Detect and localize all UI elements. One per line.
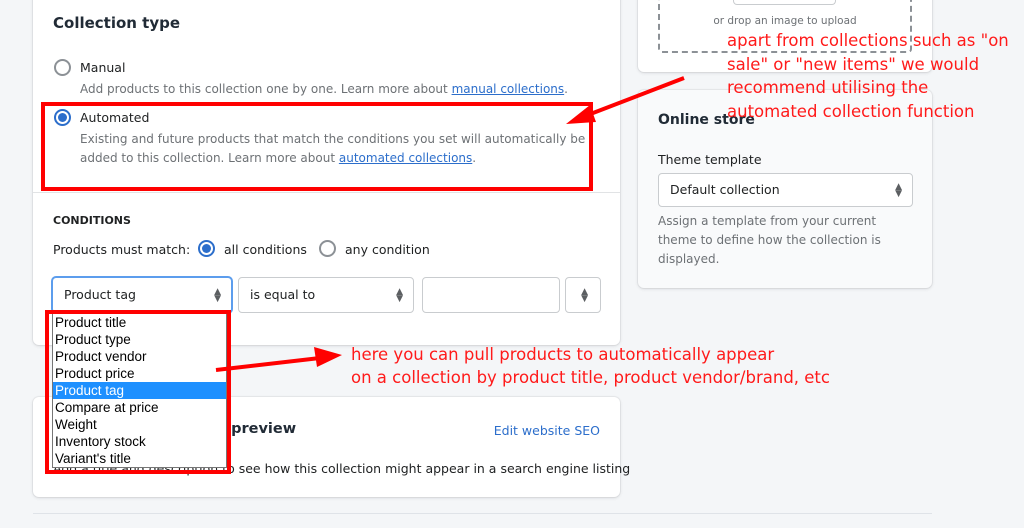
arrow-line-top (579, 76, 685, 120)
annotation-note-top: apart from collections such as "on sale"… (727, 31, 1009, 121)
arrow-line-bottom (215, 356, 321, 372)
annotation-note-bottom-1: here you can pull products to automatica… (351, 345, 775, 364)
arrowhead-top (566, 105, 596, 124)
annotation-note-bottom-2: on a collection by product title, produc… (351, 368, 830, 387)
arrowhead-bottom (314, 347, 342, 367)
